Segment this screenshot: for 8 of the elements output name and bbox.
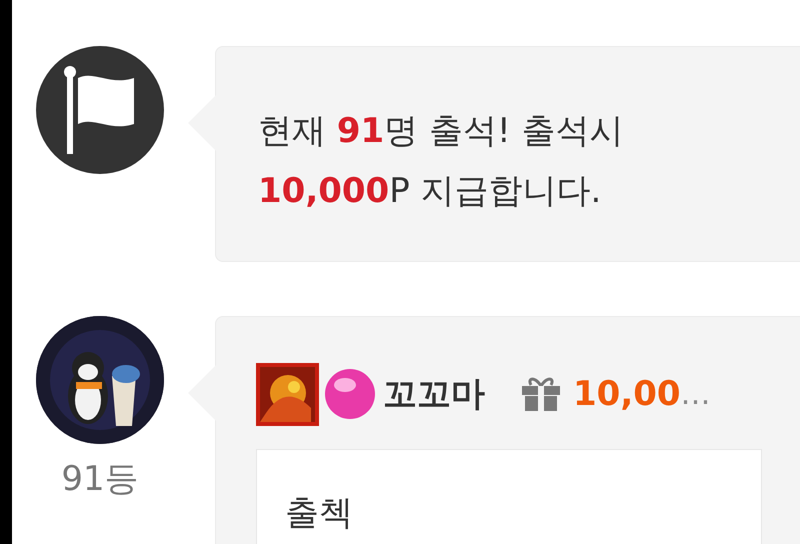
notice-text: 현재 91명 출석! 출석시 10,000P 지급합니다. [257, 110, 624, 213]
points-amount: 10,00 [573, 374, 681, 414]
rank-label: 91등 [61, 462, 139, 496]
nickname: 꼬꼬마 [383, 373, 485, 416]
comment-text: 출첵 [285, 493, 353, 533]
gem-icon [323, 367, 377, 421]
gift-icon [521, 376, 561, 412]
ellipsis: … [680, 376, 711, 412]
